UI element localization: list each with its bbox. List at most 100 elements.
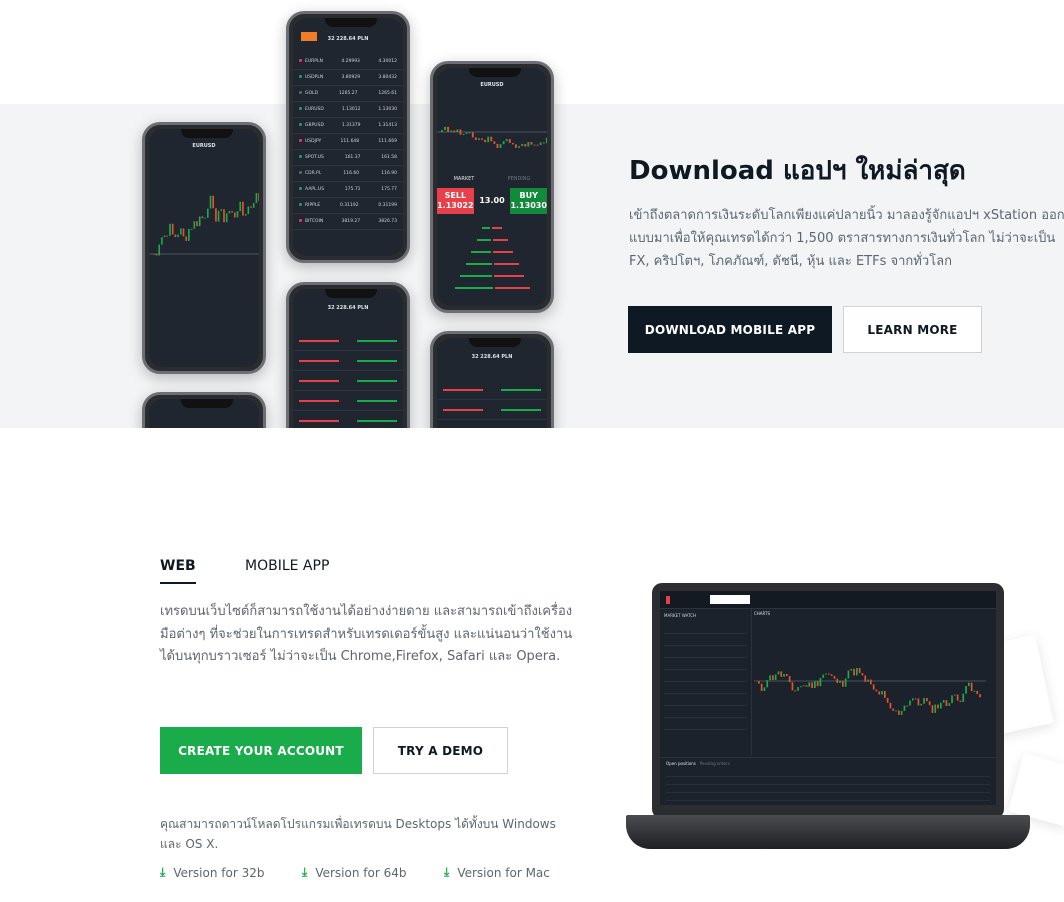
depth-row xyxy=(443,234,541,246)
market-watch-row xyxy=(664,646,747,658)
candle xyxy=(979,694,981,698)
candle xyxy=(973,690,976,692)
candle xyxy=(844,678,847,687)
phone-candle-chart xyxy=(437,126,547,149)
direction-icon xyxy=(299,219,302,222)
laptop-candle-chart xyxy=(754,667,986,715)
phone-candle-chart xyxy=(149,193,259,256)
position-row xyxy=(293,331,403,351)
candle xyxy=(527,142,530,147)
candle xyxy=(959,700,962,703)
candle xyxy=(766,680,769,688)
phone-positions-mockup: 32 228.64 PLN xyxy=(430,331,554,428)
candle xyxy=(968,682,970,687)
candle xyxy=(926,697,928,702)
candle xyxy=(954,694,956,696)
candle xyxy=(774,674,777,680)
candle xyxy=(539,142,542,145)
position-row xyxy=(293,351,403,371)
watchlist-row: USDPLN 3.80929 3.80432 xyxy=(293,70,403,86)
pending-orders-tab: Pending orders xyxy=(699,761,730,766)
candle xyxy=(231,211,233,213)
direction-icon xyxy=(299,91,302,94)
candle xyxy=(456,129,459,133)
direction-icon xyxy=(299,59,302,62)
candle xyxy=(511,142,514,145)
depth-row xyxy=(443,222,541,234)
candle xyxy=(533,144,536,146)
candle xyxy=(234,212,236,218)
candle xyxy=(190,228,193,230)
candle xyxy=(861,673,864,676)
create-account-button[interactable]: CREATE YOUR ACCOUNT xyxy=(160,727,362,774)
candle xyxy=(923,697,925,704)
market-watch-row xyxy=(664,622,747,634)
candle xyxy=(872,684,875,690)
candle xyxy=(471,132,474,138)
candle xyxy=(802,685,805,687)
candle xyxy=(255,193,258,203)
position-row xyxy=(293,371,403,391)
market-watch-row xyxy=(664,658,747,670)
learn-more-button[interactable]: LEARN MORE xyxy=(843,306,982,353)
download-32b-link[interactable]: ⤓ Version for 32b xyxy=(160,865,264,880)
buy-label: BUY xyxy=(519,191,538,200)
phone-trade-mockup: EURUSD MARKET PENDING SELL 1.13022 13.00 … xyxy=(430,61,554,313)
download-mac-link[interactable]: ⤓ Version for Mac xyxy=(444,865,550,880)
candle xyxy=(250,206,252,208)
candle xyxy=(542,142,545,144)
tab-mobile-app[interactable]: MOBILE APP xyxy=(245,558,329,574)
candle xyxy=(856,667,858,676)
candle xyxy=(825,673,827,675)
candle xyxy=(215,208,217,222)
try-demo-button[interactable]: TRY A DEMO xyxy=(373,727,508,774)
candle xyxy=(220,209,223,211)
candle xyxy=(490,136,493,142)
phone-market-depth xyxy=(443,222,541,294)
direction-icon xyxy=(299,123,302,126)
candle xyxy=(441,130,443,132)
laptop-base xyxy=(626,815,1030,849)
candle xyxy=(780,671,783,677)
candle xyxy=(900,710,903,715)
candle xyxy=(895,710,897,712)
candle xyxy=(499,144,502,149)
candle xyxy=(836,678,839,683)
candle xyxy=(478,138,480,140)
sell-price: 1.13022 xyxy=(437,201,474,210)
candle xyxy=(909,700,911,706)
candle xyxy=(839,680,841,683)
phone-buy-button: BUY 1.13030 xyxy=(510,188,547,214)
download-64b-link[interactable]: ⤓ Version for 64b xyxy=(302,865,406,880)
candle xyxy=(244,214,247,216)
candle xyxy=(158,244,161,256)
candle xyxy=(805,685,808,687)
phone-instrument: EURUSD xyxy=(192,143,216,149)
candle xyxy=(833,675,836,679)
candle xyxy=(153,253,155,255)
candle xyxy=(171,223,174,235)
watchlist-row: GBPUSD 1.31379 1.31413 xyxy=(293,118,403,134)
candle xyxy=(515,144,517,148)
candle xyxy=(769,675,771,681)
candle xyxy=(808,682,811,687)
watchlist-row: USDJPY 111.648 111.669 xyxy=(293,134,403,150)
hero-title: Download แอปฯ ใหม่ล่าสุด xyxy=(629,156,966,186)
candle xyxy=(867,679,869,682)
direction-icon xyxy=(299,171,302,174)
candle xyxy=(484,139,487,143)
watchlist-row: GOLD 1265.27 1265.61 xyxy=(293,86,403,102)
tab-web[interactable]: WEB xyxy=(160,558,196,584)
candle xyxy=(212,195,215,209)
candle xyxy=(951,695,953,704)
candle xyxy=(937,704,939,709)
candle xyxy=(444,126,446,131)
candle xyxy=(864,675,867,682)
download-mobile-app-button[interactable]: DOWNLOAD MOBILE APP xyxy=(628,306,832,353)
candle xyxy=(239,201,242,212)
market-watch-row xyxy=(664,694,747,706)
candle xyxy=(828,673,830,675)
candle xyxy=(786,673,788,677)
position-row xyxy=(437,420,547,428)
candle xyxy=(508,139,511,143)
